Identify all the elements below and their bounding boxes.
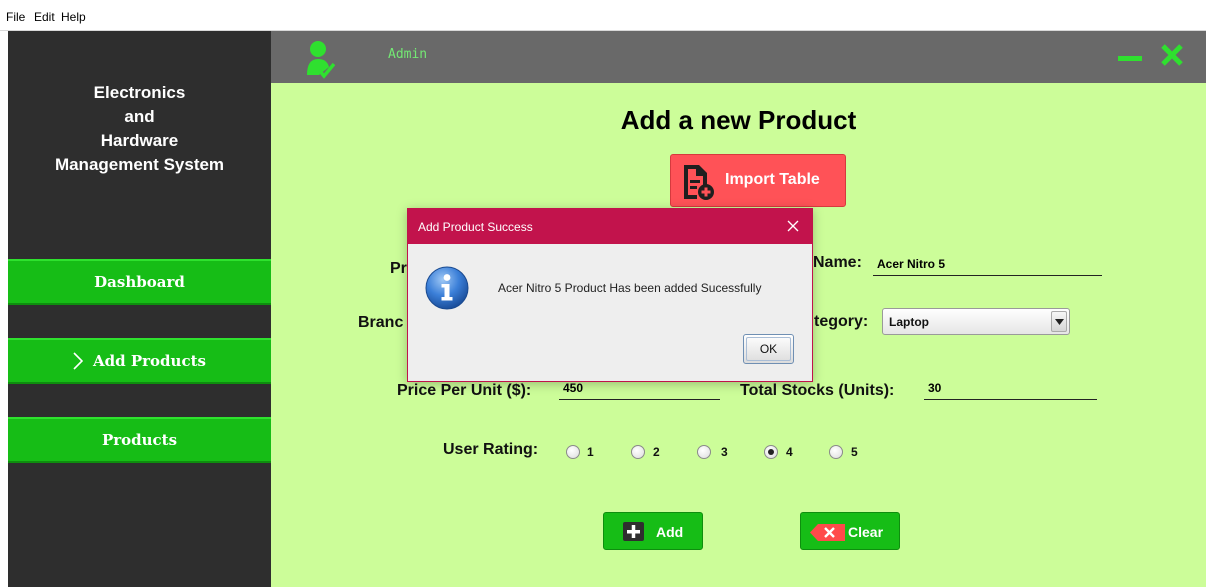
clear-button[interactable]: Clear: [800, 512, 900, 550]
product-name-label: Name:: [813, 254, 862, 271]
plus-icon: [623, 522, 644, 541]
chevron-down-icon[interactable]: [1051, 311, 1067, 332]
user-rating-radio-group: 1 2 3 4 5: [565, 441, 865, 463]
delete-x-icon: [810, 524, 845, 541]
nav-dashboard-label: Dashboard: [94, 273, 185, 291]
menu-file[interactable]: File: [6, 10, 25, 24]
nav-products-label: Products: [101, 431, 178, 449]
stocks-label: Total Stocks (Units):: [740, 382, 895, 399]
product-name-field[interactable]: Acer Nitro 5: [873, 257, 1102, 276]
user-rating-label: User Rating:: [443, 441, 539, 458]
rating-option-label: 4: [786, 445, 793, 459]
rating-option-label: 3: [721, 445, 728, 459]
success-dialog: Add Product Success Acer Nitro 5 Product…: [407, 208, 813, 382]
dialog-message: Acer Nitro 5 Product Has been added Suce…: [498, 281, 762, 295]
user-check-icon: [307, 41, 335, 79]
dialog-close-icon[interactable]: [784, 217, 802, 235]
import-table-button[interactable]: Import Table: [670, 154, 846, 207]
clear-button-label: Clear: [848, 524, 884, 540]
category-select[interactable]: Laptop: [882, 308, 1070, 335]
menu-edit[interactable]: Edit: [34, 10, 55, 24]
app-title-line: and: [124, 107, 155, 126]
ok-button-label: OK: [759, 342, 778, 356]
app-title-line: Hardware: [100, 131, 179, 150]
admin-username: Admin: [388, 47, 428, 62]
header-bar: Admin: [271, 31, 1206, 83]
stocks-field[interactable]: 30: [924, 381, 1097, 400]
page-title: Add a new Product: [620, 105, 857, 135]
category-label: tegory:: [814, 313, 869, 330]
rating-radio-3[interactable]: [697, 445, 711, 459]
close-icon[interactable]: [1160, 43, 1184, 67]
chevron-right-icon: [73, 352, 84, 370]
add-button-label: Add: [656, 524, 684, 540]
info-icon: [425, 266, 469, 310]
rating-radio-5[interactable]: [829, 445, 843, 459]
rating-option-label: 2: [653, 445, 660, 459]
add-button[interactable]: Add: [603, 512, 703, 550]
sidebar: Electronics and Hardware Management Syst…: [8, 31, 271, 587]
minimize-icon[interactable]: [1117, 45, 1143, 69]
app-title-line: Management System: [54, 155, 225, 174]
brand-label: Branc: [358, 314, 404, 331]
dialog-body: Acer Nitro 5 Product Has been added Suce…: [408, 244, 812, 381]
product-id-label: Pr: [390, 260, 407, 277]
dialog-title: Add Product Success: [418, 220, 533, 234]
category-select-value: Laptop: [889, 315, 929, 329]
rating-radio-1[interactable]: [566, 445, 580, 459]
nav-dashboard-button[interactable]: Dashboard: [8, 259, 271, 305]
nav-add-products-label: Add Products: [93, 352, 206, 370]
ok-button[interactable]: OK: [743, 334, 794, 364]
rating-radio-4[interactable]: [764, 445, 778, 459]
rating-option-label: 1: [587, 445, 594, 459]
import-table-label: Import Table: [725, 171, 820, 188]
app-title: Electronics and Hardware Management Syst…: [8, 81, 271, 177]
menu-help[interactable]: Help: [61, 10, 86, 24]
nav-products-button[interactable]: Products: [8, 417, 271, 463]
rating-radio-2[interactable]: [631, 445, 645, 459]
dialog-titlebar[interactable]: Add Product Success: [408, 209, 812, 244]
menu-bar: File Edit Help: [0, 0, 1206, 31]
price-label: Price Per Unit ($):: [397, 382, 532, 399]
app-title-line: Electronics: [93, 83, 186, 102]
rating-option-label: 5: [851, 445, 858, 459]
nav-add-products-button[interactable]: Add Products: [8, 338, 271, 384]
document-add-icon: [684, 165, 714, 200]
price-field[interactable]: 450: [559, 381, 720, 400]
